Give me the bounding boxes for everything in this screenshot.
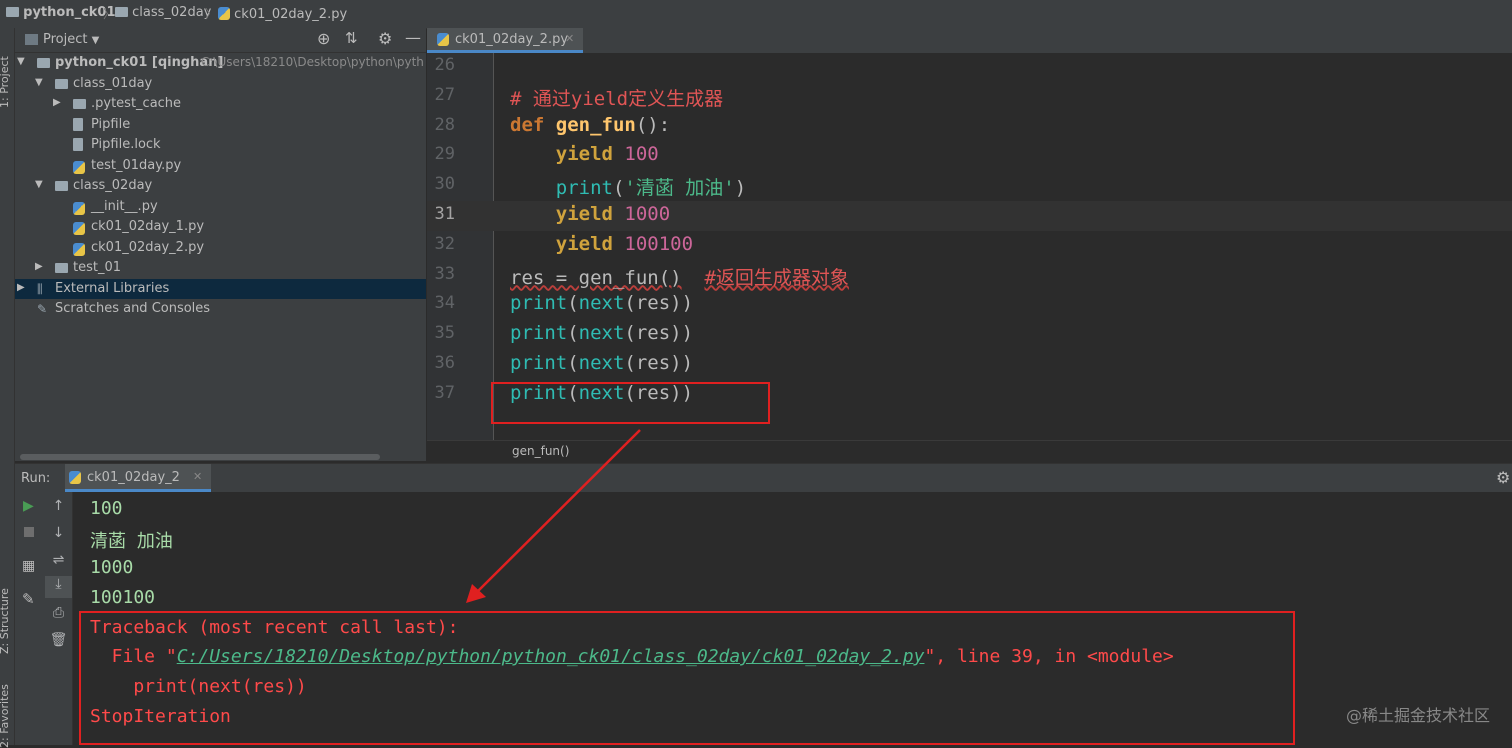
annotation-arrow <box>466 429 641 603</box>
watermark: @稀土掘金技术社区 <box>1345 706 1490 725</box>
